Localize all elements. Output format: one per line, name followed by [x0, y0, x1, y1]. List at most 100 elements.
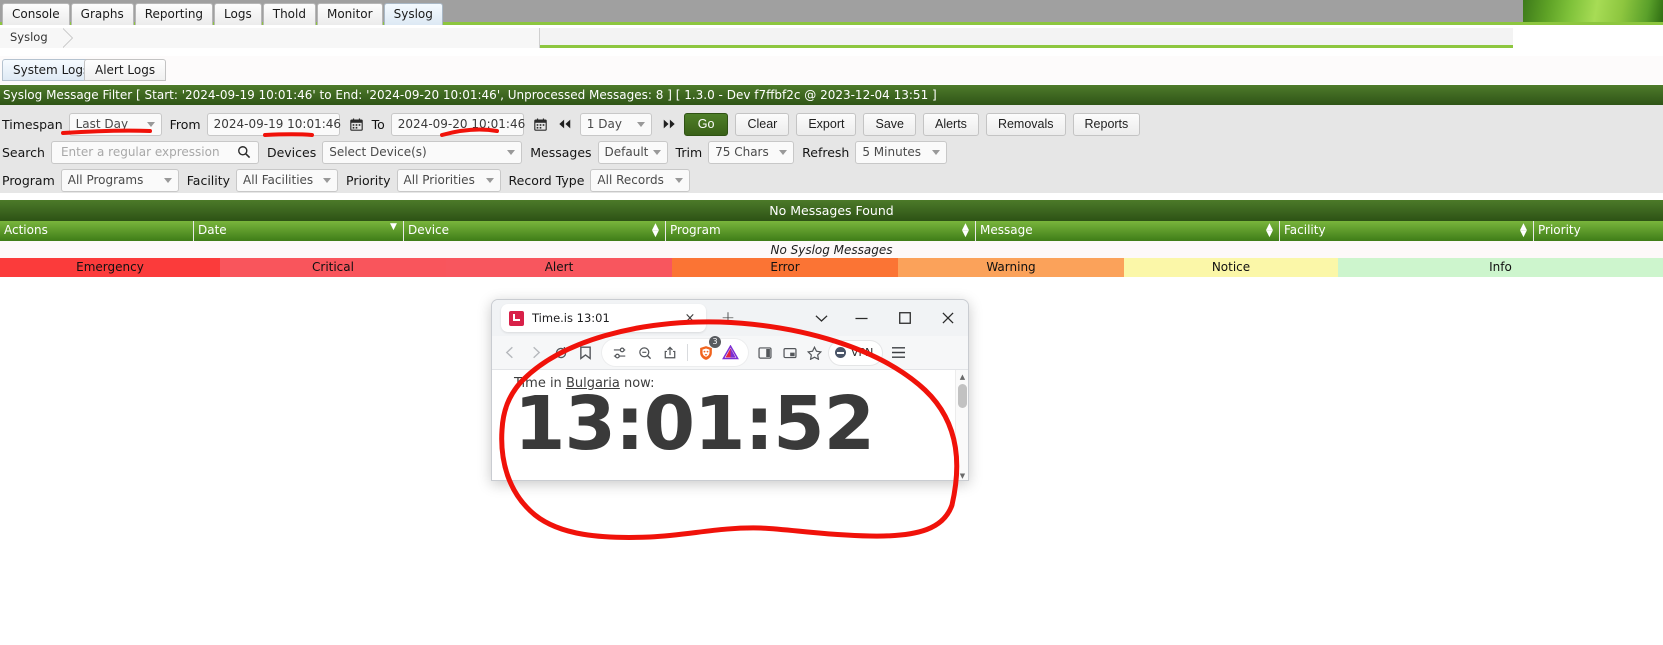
legend-error: Error	[672, 258, 898, 277]
column-header-date[interactable]: Date	[194, 221, 404, 241]
to-date-input[interactable]: 2024-09-20 10:01:46	[390, 112, 526, 136]
column-header-device-label: Device	[408, 223, 450, 237]
share-icon[interactable]	[657, 340, 682, 365]
nav-tab-monitor[interactable]: Monitor	[316, 3, 383, 25]
shift-back-icon[interactable]	[556, 113, 574, 136]
customize-sliders-icon[interactable]	[607, 340, 632, 365]
go-button[interactable]: Go	[683, 112, 729, 136]
clear-button[interactable]: Clear	[735, 112, 790, 136]
to-calendar-icon[interactable]	[532, 113, 550, 136]
legend-alert: Alert	[446, 258, 672, 277]
chevron-down-icon	[146, 122, 155, 127]
maximize-window-button[interactable]	[894, 307, 916, 329]
alerts-button[interactable]: Alerts	[922, 112, 979, 136]
chevron-down-icon	[485, 178, 494, 183]
from-date-value: 2024-09-19 10:01:46	[213, 117, 342, 131]
record-type-label: Record Type	[508, 172, 585, 188]
results-status-bar: No Messages Found	[0, 200, 1663, 221]
from-label: From	[169, 116, 201, 132]
browser-tab-timeis[interactable]: Time.is 13:01 ×	[501, 304, 706, 332]
removals-button[interactable]: Removals	[985, 112, 1066, 136]
facility-value: All Facilities	[243, 173, 314, 187]
column-header-program[interactable]: Program	[666, 221, 976, 241]
from-date-input[interactable]: 2024-09-19 10:01:46	[206, 112, 342, 136]
brave-shields-icon[interactable]: 3	[693, 336, 721, 365]
browser-page-content: Time in Bulgaria now: 13:01:52 ▲ ▼	[492, 370, 968, 480]
brave-leo-icon[interactable]	[718, 340, 743, 365]
chevron-down-icon	[779, 150, 788, 155]
chevron-down-icon	[507, 150, 516, 155]
from-calendar-icon[interactable]	[348, 113, 366, 136]
filter-title-bar: Syslog Message Filter [ Start: '2024-09-…	[0, 85, 1663, 105]
nav-tab-reporting[interactable]: Reporting	[134, 3, 214, 25]
timespan-select[interactable]: Last Day	[68, 112, 162, 136]
priority-label: Priority	[346, 172, 391, 188]
nav-tab-console[interactable]: Console	[2, 3, 70, 25]
breadcrumb-item-syslog[interactable]: Syslog	[0, 28, 73, 48]
tab-search-chevron-down-icon[interactable]	[810, 307, 832, 329]
sidebar-icon[interactable]	[752, 340, 777, 365]
chevron-down-icon	[652, 150, 661, 155]
page-scrollbar[interactable]: ▲ ▼	[955, 370, 968, 480]
hamburger-menu-icon[interactable]	[886, 340, 911, 365]
column-header-priority-label: Priority	[1538, 223, 1581, 237]
column-header-actions-label: Actions	[4, 223, 48, 237]
program-select[interactable]: All Programs	[60, 168, 179, 192]
search-field-wrapper[interactable]	[50, 140, 259, 164]
column-header-message[interactable]: Message	[976, 221, 1280, 241]
filter-row-timespan: Timespan Last Day From 2024-09-19 10:01:…	[0, 110, 1663, 138]
timespan-label: Timespan	[2, 116, 63, 132]
column-header-facility-label: Facility	[1284, 223, 1326, 237]
reading-list-bookmark-icon[interactable]	[573, 340, 598, 365]
vpn-button[interactable]: VPN	[829, 340, 883, 365]
timeis-favicon-icon	[509, 310, 524, 326]
reports-button[interactable]: Reports	[1072, 112, 1141, 136]
priority-select[interactable]: All Priorities	[396, 168, 501, 192]
refresh-select[interactable]: 5 Minutes	[855, 140, 948, 164]
save-button[interactable]: Save	[863, 112, 916, 136]
new-tab-button[interactable]: +	[715, 305, 741, 331]
trim-select[interactable]: 75 Chars	[708, 140, 795, 164]
column-header-actions[interactable]: Actions	[0, 221, 194, 241]
picture-in-picture-icon[interactable]	[777, 340, 802, 365]
search-icon[interactable]	[237, 145, 251, 159]
scrollbar-thumb[interactable]	[958, 384, 967, 408]
close-tab-icon[interactable]: ×	[682, 310, 698, 326]
reload-icon[interactable]	[548, 340, 573, 365]
facility-select[interactable]: All Facilities	[236, 168, 339, 192]
column-header-device[interactable]: Device	[404, 221, 666, 241]
shift-forward-icon[interactable]	[660, 113, 678, 136]
nav-tab-thold[interactable]: Thold	[262, 3, 316, 25]
timespan-value: Last Day	[75, 117, 129, 131]
scroll-down-icon[interactable]: ▼	[956, 469, 968, 480]
devices-select[interactable]: Select Device(s)	[322, 140, 523, 164]
search-input[interactable]	[58, 144, 237, 160]
legend-warning: Warning	[898, 258, 1124, 277]
facility-label: Facility	[186, 172, 231, 188]
devices-label: Devices	[266, 144, 317, 160]
column-header-priority[interactable]: Priority	[1534, 221, 1663, 241]
vpn-toggle-icon	[835, 347, 846, 358]
shift-interval-select[interactable]: 1 Day	[579, 112, 652, 136]
tab-alert-logs[interactable]: Alert Logs	[84, 59, 167, 81]
forward-icon[interactable]	[523, 340, 548, 365]
nav-tab-logs[interactable]: Logs	[214, 3, 262, 25]
search-label: Search	[2, 144, 45, 160]
bookmark-star-icon[interactable]	[802, 340, 827, 365]
back-icon[interactable]	[498, 340, 523, 365]
severity-legend: Emergency Critical Alert Error Warning N…	[0, 258, 1663, 277]
nav-tab-syslog[interactable]: Syslog	[383, 3, 443, 25]
minimize-window-button[interactable]	[850, 307, 872, 329]
close-window-button[interactable]	[937, 307, 959, 329]
logo-graphic	[1523, 0, 1663, 22]
sort-descending-icon	[389, 224, 398, 238]
zoom-out-icon[interactable]	[632, 340, 657, 365]
to-date-value: 2024-09-20 10:01:46	[397, 117, 526, 131]
nav-tab-graphs[interactable]: Graphs	[70, 3, 134, 25]
record-type-select[interactable]: All Records	[590, 168, 691, 192]
export-button[interactable]: Export	[796, 112, 857, 136]
scroll-up-icon[interactable]: ▲	[956, 370, 968, 383]
messages-select[interactable]: Default	[597, 140, 668, 164]
chevron-down-icon	[932, 150, 941, 155]
column-header-facility[interactable]: Facility	[1280, 221, 1534, 241]
